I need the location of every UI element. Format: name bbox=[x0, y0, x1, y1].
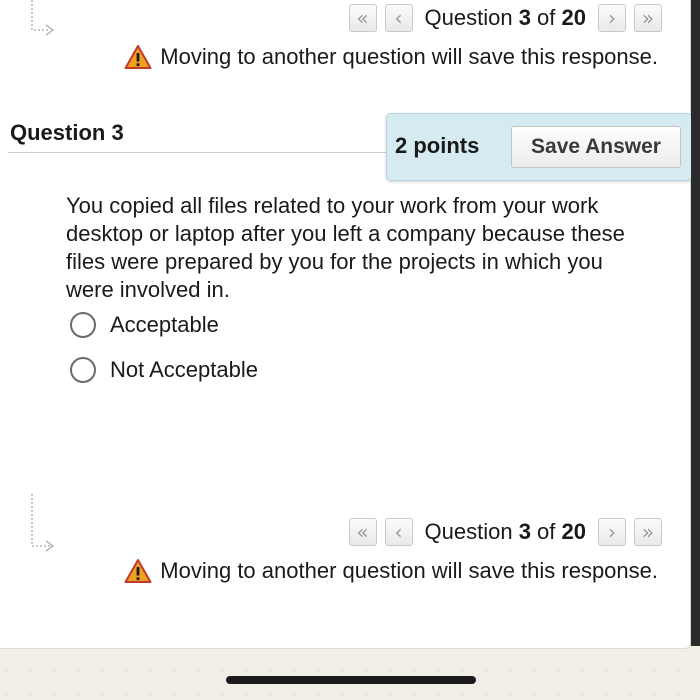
next-question-button[interactable]: › bbox=[598, 4, 626, 32]
previous-question-button[interactable]: ‹ bbox=[384, 4, 413, 32]
page-backdrop bbox=[0, 640, 700, 700]
points-save-box: 2 points Save Answer bbox=[386, 113, 692, 181]
top-question-nav: « ‹ Question 3 of 20 › » bbox=[348, 4, 662, 32]
next-question-button[interactable]: › bbox=[598, 518, 626, 546]
warning-text: Moving to another question will save thi… bbox=[160, 44, 658, 69]
first-question-button[interactable]: « bbox=[348, 4, 377, 32]
option-label[interactable]: Not Acceptable bbox=[110, 357, 258, 383]
total-questions: 20 bbox=[561, 5, 586, 30]
first-question-button[interactable]: « bbox=[348, 518, 377, 546]
warning-icon bbox=[124, 559, 152, 583]
option-label[interactable]: Acceptable bbox=[110, 312, 219, 338]
save-answer-button[interactable]: Save Answer bbox=[511, 126, 681, 168]
option-not-acceptable[interactable]: Not Acceptable bbox=[70, 357, 258, 383]
last-question-button[interactable]: » bbox=[634, 4, 662, 32]
option-acceptable[interactable]: Acceptable bbox=[70, 312, 219, 338]
home-indicator[interactable] bbox=[226, 676, 476, 684]
total-questions: 20 bbox=[561, 519, 586, 544]
question-text: You copied all files related to your wor… bbox=[66, 193, 625, 302]
current-question-number: 3 bbox=[518, 519, 531, 544]
of-text: of bbox=[530, 519, 562, 544]
question-title: Question 3 bbox=[10, 120, 124, 145]
current-question-number: 3 bbox=[518, 5, 531, 30]
title-divider bbox=[8, 152, 388, 153]
radio-button[interactable] bbox=[70, 312, 96, 338]
points-label: 2 points bbox=[395, 133, 480, 158]
question-prefix: Question bbox=[424, 5, 519, 30]
vertical-scrollbar[interactable] bbox=[691, 0, 700, 646]
last-question-button[interactable]: » bbox=[634, 518, 662, 546]
connector-arrow-icon bbox=[31, 494, 55, 552]
radio-button[interactable] bbox=[70, 357, 96, 383]
previous-question-button[interactable]: ‹ bbox=[384, 518, 413, 546]
warning-text: Moving to another question will save thi… bbox=[160, 558, 658, 583]
question-panel: « ‹ Question 3 of 20 › » Moving to anoth… bbox=[0, 0, 692, 649]
bottom-question-nav: « ‹ Question 3 of 20 › » bbox=[348, 518, 662, 546]
connector-arrow-icon bbox=[31, 0, 55, 36]
warning-icon bbox=[124, 45, 152, 69]
question-counter: Question 3 of 20 bbox=[425, 5, 586, 31]
top-save-warning: Moving to another question will save thi… bbox=[124, 44, 658, 70]
bottom-save-warning: Moving to another question will save thi… bbox=[124, 558, 658, 584]
question-prefix: Question bbox=[424, 519, 519, 544]
question-counter: Question 3 of 20 bbox=[425, 519, 586, 545]
of-text: of bbox=[530, 5, 562, 30]
